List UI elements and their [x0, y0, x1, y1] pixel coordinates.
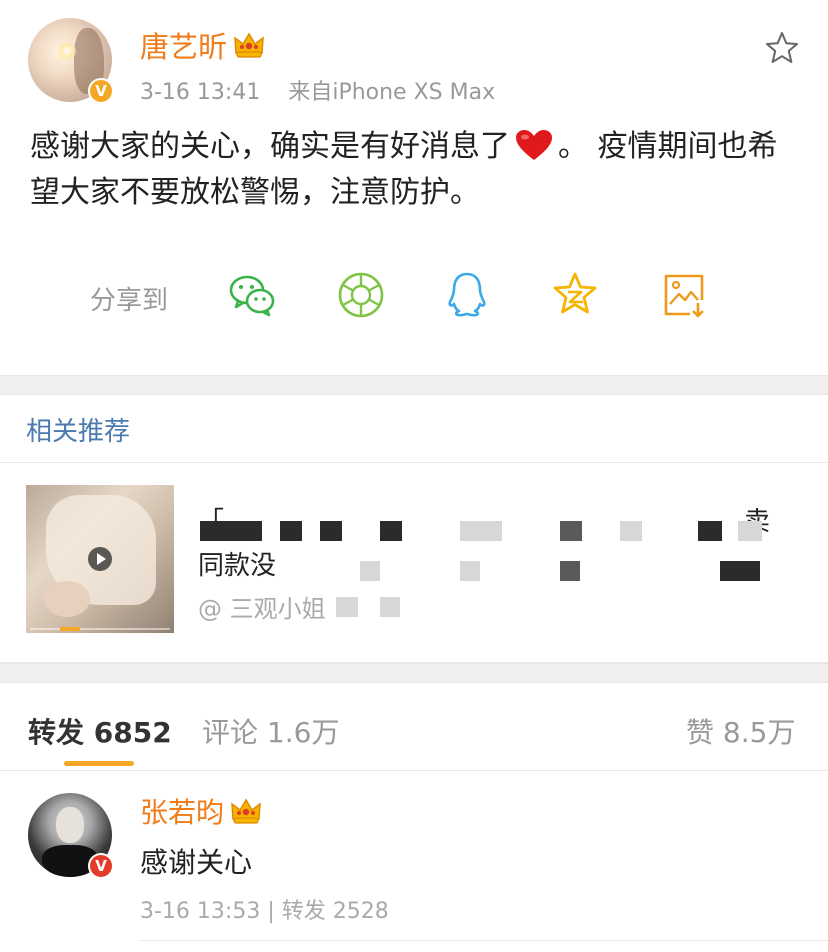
redaction-block: [720, 561, 760, 581]
redaction-block: [200, 521, 262, 541]
redaction-block: [460, 521, 502, 541]
wechat-icon[interactable]: [228, 270, 278, 320]
comment-text: 感谢关心: [140, 846, 253, 879]
author-name[interactable]: 唐艺昕: [140, 24, 265, 66]
redaction-block: [380, 597, 400, 617]
share-bar: 分享到: [0, 268, 828, 324]
redaction-block: [280, 521, 302, 541]
verified-icon: V: [88, 853, 114, 879]
commenter-name[interactable]: 张若昀: [140, 791, 262, 831]
redaction-block: [320, 521, 342, 541]
play-icon[interactable]: [88, 547, 112, 571]
post-source: 来自iPhone XS Max: [288, 80, 496, 105]
crown-icon: [234, 32, 264, 58]
related-author-text: @ 三观小姐: [198, 595, 326, 623]
comment-repost-count[interactable]: 转发 2528: [282, 899, 389, 924]
related-title-line2[interactable]: 同款没: [198, 545, 788, 581]
moments-icon[interactable]: [336, 270, 386, 320]
stats-tab-bar: 转发 6852 评论 1.6万 赞 8.5万: [0, 683, 828, 771]
repost-count: 6852: [93, 716, 172, 749]
comment-time: 3-16 13:53: [140, 899, 261, 924]
repost-label: 转发: [28, 716, 85, 749]
qq-icon[interactable]: [442, 270, 492, 320]
tab-repost[interactable]: 转发 6852: [28, 711, 172, 751]
crown-icon: [231, 798, 261, 824]
avatar-light-flare: [58, 42, 76, 60]
like-count: 8.5万: [722, 716, 796, 749]
commenter-name-text[interactable]: 张若昀: [140, 791, 224, 831]
red-heart-emoji-icon: [516, 130, 552, 160]
verified-icon: V: [88, 78, 114, 104]
video-progress-bar: [30, 627, 170, 631]
related-author[interactable]: @ 三观小姐: [198, 589, 326, 624]
active-tab-indicator: [64, 761, 134, 766]
redaction-block: [560, 521, 582, 541]
related-header-title: 相关推荐: [26, 417, 131, 447]
thumbnail-hand: [44, 581, 90, 617]
divider: [140, 940, 828, 941]
post-text-part1: 感谢大家的关心，确实是有好消息了: [30, 129, 510, 164]
section-divider: [0, 663, 828, 683]
comment-count: 1.6万: [266, 716, 340, 749]
favorite-star-icon[interactable]: [764, 30, 800, 66]
post-time: 3-16 13:41: [140, 80, 261, 105]
comment-meta: 3-16 13:53 | 转发 2528: [140, 899, 389, 924]
section-divider: [0, 375, 828, 395]
redaction-block: [698, 521, 722, 541]
commenter-avatar[interactable]: V: [28, 793, 114, 879]
tab-like[interactable]: 赞 8.5万: [686, 711, 795, 751]
share-label: 分享到: [90, 286, 169, 316]
redaction-block: [360, 561, 380, 581]
tab-comment[interactable]: 评论 1.6万: [202, 711, 339, 751]
avatar-face: [56, 807, 84, 843]
related-title-line2-text: 同款没: [198, 551, 277, 581]
redaction-block: [460, 561, 480, 581]
video-thumbnail[interactable]: [26, 485, 174, 633]
redaction-block: [336, 597, 358, 617]
post-meta: 3-16 13:41 来自iPhone XS Max: [140, 74, 495, 106]
related-recommendation-card[interactable]: 「 卖 同款没 @ 三观小姐: [0, 463, 828, 663]
save-image-icon[interactable]: [660, 270, 710, 320]
weibo-post: V 唐艺昕 3-16 13:41 来自iPhone XS Max 感谢大家的关心…: [0, 0, 828, 375]
related-header: 相关推荐: [0, 395, 828, 463]
post-text: 感谢大家的关心，确实是有好消息了 。 疫情期间也希望大家不要放松警惕，注意防护。: [30, 124, 800, 216]
comment-label: 评论: [202, 716, 259, 749]
like-label: 赞: [686, 716, 715, 749]
repost-item[interactable]: V 张若昀 感谢关心 3-16 13:53 | 转发 2528: [0, 771, 828, 941]
redaction-block: [620, 521, 642, 541]
qzone-icon[interactable]: [550, 270, 600, 320]
redaction-block: [560, 561, 580, 581]
redaction-block: [380, 521, 402, 541]
redaction-block: [738, 521, 762, 541]
author-avatar[interactable]: V: [28, 18, 114, 104]
author-name-text[interactable]: 唐艺昕: [140, 24, 227, 66]
